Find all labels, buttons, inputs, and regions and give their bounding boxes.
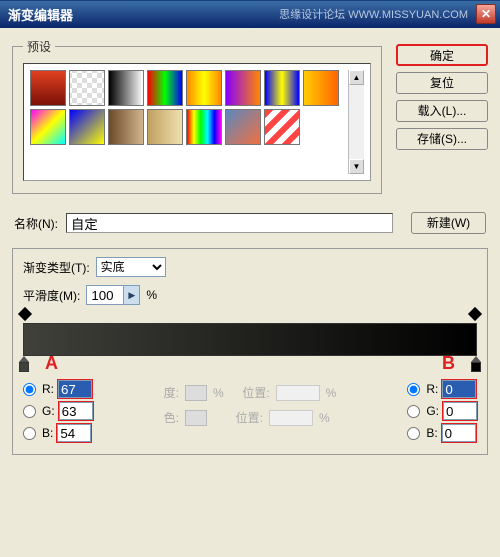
scroll-up-icon[interactable]: ▲ [349,70,364,85]
color-stop-right[interactable] [471,356,481,372]
preset-swatch[interactable] [225,109,261,145]
preset-swatch[interactable] [69,70,105,106]
chevron-right-icon[interactable]: ▶ [123,286,139,304]
save-button[interactable]: 存储(S)... [396,128,488,150]
right-g-label: G: [426,404,439,418]
preset-swatch[interactable] [30,70,66,106]
close-icon[interactable]: ✕ [476,4,496,24]
left-g-label: G: [42,404,55,418]
name-row: 名称(N): 新建(W) [14,212,486,234]
right-g-radio[interactable] [407,405,420,418]
presets-legend: 预设 [23,38,55,55]
scroll-track[interactable] [349,85,364,159]
smoothness-input[interactable] [87,286,123,304]
gradient-fieldset: 渐变类型(T): 实底 平滑度(M): ▶ % A B [12,248,488,455]
opacity-pct: % [213,386,224,400]
name-label: 名称(N): [14,215,58,232]
right-rgb-group: R: G: B: [407,380,477,442]
opacity-dis-label: 度: [164,384,179,401]
left-b-input[interactable] [57,424,91,442]
smoothness-label: 平滑度(M): [23,287,80,304]
watermark-text: 思缘设计论坛 WWW.MISSYUAN.COM [279,6,468,22]
smoothness-stepper[interactable]: ▶ [86,285,140,305]
buttons-column: 确定 复位 载入(L)... 存储(S)... [396,38,488,208]
right-r-label: R: [426,382,438,396]
left-r-radio[interactable] [23,383,36,396]
gradient-type-label: 渐变类型(T): [23,259,90,276]
color-swatch [185,410,207,426]
load-button[interactable]: 载入(L)... [396,100,488,122]
window-body: 预设 ▲ ▼ 确定 复位 载入(L)... 存储(S)... 名称(N): 新建… [0,28,500,485]
preset-scrollbar[interactable]: ▲ ▼ [348,70,364,174]
marker-a-label: A [45,353,58,374]
left-g-input[interactable] [59,402,93,420]
scroll-down-icon[interactable]: ▼ [349,159,364,174]
preset-swatch[interactable] [186,70,222,106]
preset-swatch[interactable] [108,70,144,106]
pos1-input [276,385,320,401]
titlebar: 渐变编辑器 思缘设计论坛 WWW.MISSYUAN.COM ✕ [0,0,500,28]
color-stop-left[interactable] [19,356,29,372]
left-r-label: R: [42,382,54,396]
window-title: 渐变编辑器 [4,5,279,24]
right-g-input[interactable] [443,402,477,420]
preset-swatch[interactable] [69,109,105,145]
percent-label: % [146,288,157,302]
preset-swatch[interactable] [30,109,66,145]
presets-fieldset: 预设 ▲ ▼ [12,38,382,194]
preset-scroll: ▲ ▼ [23,63,371,181]
preset-swatch[interactable] [147,70,183,106]
swatch-grid [30,70,348,145]
left-g-radio[interactable] [23,405,36,418]
preset-swatch[interactable] [186,109,222,145]
marker-b-label: B [442,353,455,374]
pos2-label: 位置: [236,409,263,426]
pos1-label: 位置: [242,384,269,401]
right-b-label: B: [426,426,437,440]
preset-swatch[interactable] [225,70,261,106]
name-input[interactable] [66,213,393,233]
right-r-radio[interactable] [407,383,420,396]
gradient-type-select[interactable]: 实底 [96,257,166,277]
preset-swatch[interactable] [264,109,300,145]
opacity-stop-right[interactable] [470,309,480,321]
ok-button[interactable]: 确定 [396,44,488,66]
stops-detail: R: G: B: 度:% 位置:% 色: 位置:% R: G: B: [23,380,477,442]
right-b-radio[interactable] [407,427,420,440]
left-r-input[interactable] [58,380,92,398]
left-rgb-group: R: G: B: [23,380,93,442]
preset-swatch[interactable] [264,70,300,106]
pos2-input [269,410,313,426]
new-button[interactable]: 新建(W) [411,212,486,234]
preset-swatch[interactable] [108,109,144,145]
left-b-radio[interactable] [23,427,36,440]
opacity-swatch [185,385,207,401]
right-b-input[interactable] [442,424,476,442]
reset-button[interactable]: 复位 [396,72,488,94]
preset-swatch[interactable] [303,70,339,106]
gradient-rail: A B [23,323,477,356]
preset-swatch[interactable] [147,109,183,145]
color-dis-label: 色: [164,409,179,426]
opacity-stop-left[interactable] [20,309,30,321]
disabled-mid-group: 度:% 位置:% 色: 位置:% [164,380,337,442]
left-b-label: B: [42,426,53,440]
right-r-input[interactable] [442,380,476,398]
gradient-bar[interactable] [23,323,477,356]
